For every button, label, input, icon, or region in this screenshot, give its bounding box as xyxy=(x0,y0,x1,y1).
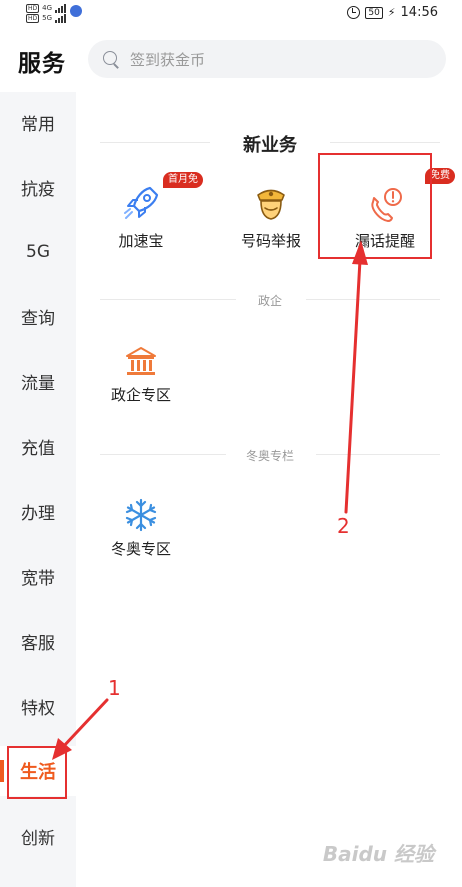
arrow-step-2 xyxy=(344,240,368,514)
arrow-step-1 xyxy=(52,698,109,760)
annotation-arrows xyxy=(52,240,368,760)
watermark: Baidu 经验 xyxy=(322,842,434,866)
